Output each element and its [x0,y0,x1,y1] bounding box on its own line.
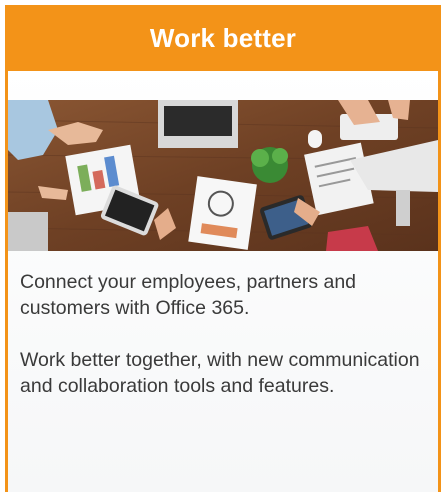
card-paragraph: Connect your employees, partners and cus… [20,271,357,319]
promo-card: Work better Connect your employees, part… [5,5,441,492]
card-title: Work better [8,5,438,71]
card-paragraph: Work better together, with new communica… [20,349,420,397]
hero-image [8,100,438,251]
card-body: Connect your employees, partners and cus… [20,269,430,425]
